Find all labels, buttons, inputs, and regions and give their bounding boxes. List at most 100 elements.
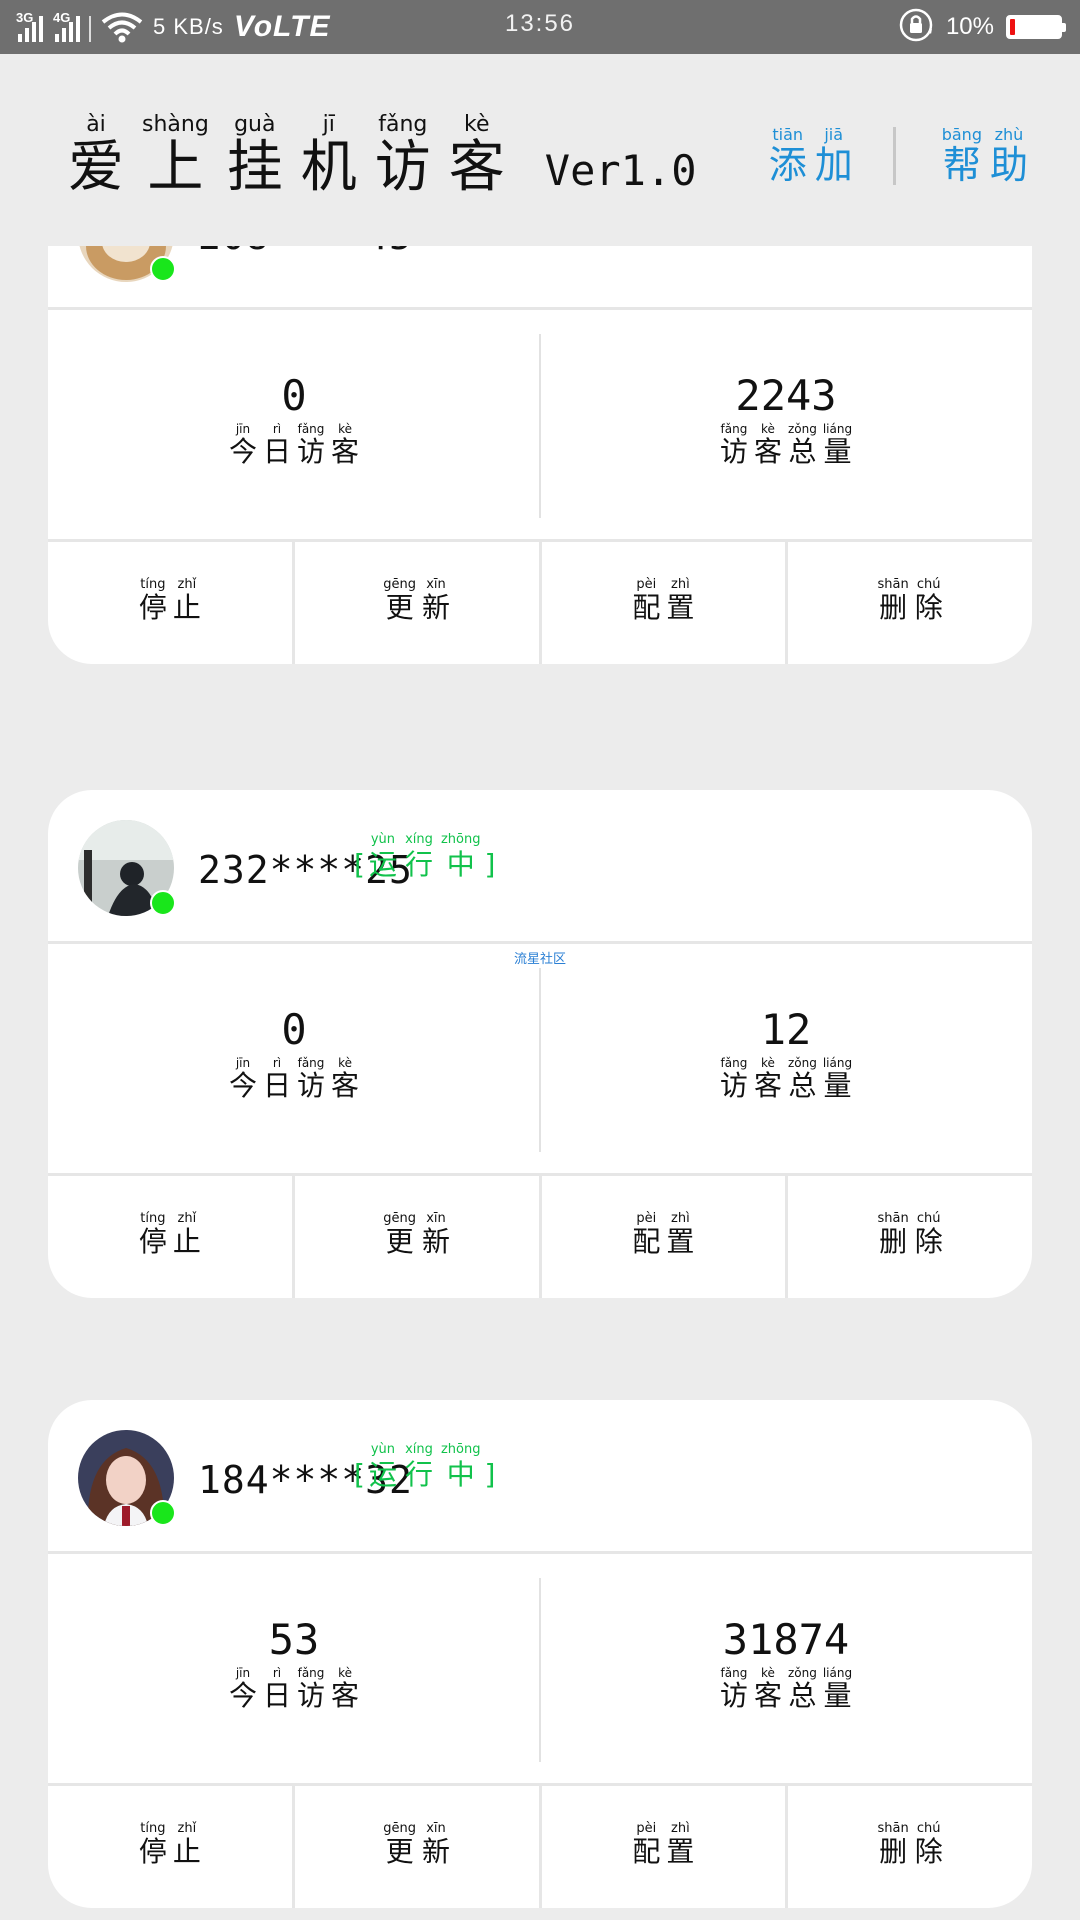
config-char: pèi 配 [632, 1821, 660, 1868]
delete-char: chú 除 [915, 1211, 943, 1258]
hanzi-character: 量 [823, 434, 852, 468]
total-visitors: 2243 fǎng 访 kè 客 zǒng 总 liáng 量 [540, 310, 1032, 539]
account-card: 232****25 [ yùn 运 xíng 行 zhōng 中 ] 流星社区 0 jīn… [48, 790, 1032, 1298]
hanzi-character: 配 [632, 1834, 661, 1868]
status-bracket-close: ] [484, 1458, 496, 1491]
pinyin-annotation: jīn [235, 421, 251, 436]
update-button[interactable]: gēng 更 xīn 新 [295, 1786, 542, 1908]
status-bracket-open: [ [354, 1458, 365, 1491]
hanzi-character: 中 [446, 848, 475, 881]
pinyin-annotation: gēng [383, 576, 416, 592]
title-char: kè 客 [449, 112, 505, 198]
account-header: 232****25 [ yùn 运 xíng 行 zhōng 中 ] [48, 790, 1032, 944]
hanzi-character: 新 [421, 590, 450, 624]
pinyin-annotation: zhǐ [177, 1820, 197, 1836]
total-visitors-count: 12 [760, 1004, 812, 1054]
stop-button[interactable]: tíng 停 zhǐ 止 [48, 1176, 295, 1298]
hanzi-character: 加 [814, 143, 853, 187]
hanzi-character: 客 [448, 135, 505, 200]
today-visitors: 0 jīn 今 rì 日 fǎng 访 kè 客 [48, 310, 540, 539]
app-title-text: ài 爱 shàng 上 guà 挂 jī 机 fǎng 访 kè 客 [68, 112, 523, 198]
add-button[interactable]: tiān 添 jiā 加 [769, 126, 853, 187]
status-char: zhōng中 [441, 1442, 481, 1492]
hanzi-character: 访 [297, 434, 326, 468]
delete-char: chú 除 [915, 577, 943, 624]
update-char: xīn 新 [422, 1211, 450, 1258]
config-button[interactable]: pèi 配 zhì 置 [542, 542, 789, 664]
stop-char: zhǐ 止 [173, 577, 201, 624]
pinyin-annotation: chú [916, 576, 941, 592]
visitor-stats: 0 jīn 今 rì 日 fǎng 访 kè 客 2243 fǎng 访 kè 客 zǒng 总 lián… [48, 310, 1032, 542]
stop-char: tíng 停 [139, 1211, 167, 1258]
hanzi-character: 助 [989, 143, 1028, 187]
app-title: ài 爱 shàng 上 guà 挂 jī 机 fǎng 访 kè 客 Ver1.0 [68, 112, 697, 198]
pinyin-annotation: fǎng [297, 1665, 325, 1680]
stop-button[interactable]: tíng 停 zhǐ 止 [48, 542, 295, 664]
battery-percent: 10% [945, 13, 994, 40]
hanzi-character: 帮 [942, 143, 981, 187]
hanzi-character: 上 [147, 135, 204, 200]
running-status-badge: [ yùn运xíng行zhōng中 ] [354, 832, 495, 882]
hanzi-character: 运 [369, 246, 397, 248]
hanzi-character: 新 [421, 1224, 450, 1258]
delete-button[interactable]: shān 删 chú 除 [788, 1176, 1032, 1298]
hanzi-character: 运 [368, 848, 397, 881]
pinyin-annotation: xíng [405, 1442, 433, 1457]
hanzi-character: 日 [262, 434, 291, 468]
title-char: fǎng 访 [375, 112, 431, 198]
visitor-stats: 53 jīn 今 rì 日 fǎng 访 kè 客 31874 fǎng 访 kè 客 zǒng 总 li… [48, 1554, 1032, 1786]
hanzi-character: 删 [879, 1834, 908, 1868]
delete-button[interactable]: shān 删 chú 除 [788, 542, 1032, 664]
online-status-dot [150, 890, 176, 916]
title-char: jī 机 [301, 112, 357, 198]
battery-level [1010, 19, 1015, 35]
total-label-char: zǒng 总 [788, 1056, 817, 1102]
stop-char: zhǐ 止 [173, 1211, 201, 1258]
total-label-char: kè 客 [754, 1056, 782, 1102]
status-bracket-close: ] [484, 848, 496, 881]
hanzi-character: 访 [297, 1678, 326, 1712]
delete-button[interactable]: shān 删 chú 除 [788, 1786, 1032, 1908]
pinyin-annotation: pèi [636, 1820, 657, 1836]
pinyin-annotation: liáng [822, 1665, 853, 1680]
status-bracket-open: [ [354, 848, 365, 881]
help-button[interactable]: bāng 帮 zhù 助 [942, 126, 1028, 187]
visitor-stats: 流星社区 0 jīn 今 rì 日 fǎng 访 kè 客 12 fǎng 访 kè 客 zǒng 总 l… [48, 944, 1032, 1176]
hanzi-character: 客 [753, 1678, 782, 1712]
hanzi-character: 停 [138, 1224, 167, 1258]
pinyin-annotation: fǎng [720, 1055, 748, 1070]
total-label-char: zǒng 总 [788, 1666, 817, 1712]
hanzi-character: 止 [172, 590, 201, 624]
config-button[interactable]: pèi 配 zhì 置 [542, 1786, 789, 1908]
hanzi-character: 除 [914, 1834, 943, 1868]
status-bracket-close: ] [484, 246, 495, 248]
stop-char: tíng 停 [139, 1821, 167, 1868]
pinyin-annotation: fǎng [720, 421, 748, 436]
status-char: xíng行 [405, 1442, 433, 1492]
pinyin-annotation: zhǐ [177, 576, 197, 592]
update-char: gēng 更 [383, 577, 416, 624]
pinyin-annotation: chú [916, 1820, 941, 1836]
stats-divider [539, 334, 541, 518]
stop-button[interactable]: tíng 停 zhǐ 止 [48, 1786, 295, 1908]
pinyin-annotation: zhōng [440, 1442, 481, 1457]
total-label-char: fǎng 访 [720, 1056, 748, 1102]
pinyin-annotation: shān [877, 576, 909, 592]
total-label-char: kè 客 [754, 422, 782, 468]
help-char: zhù 助 [989, 126, 1028, 187]
hanzi-character: 今 [228, 1678, 257, 1712]
status-char: zhōng中 [441, 246, 481, 248]
pinyin-annotation: zǒng [787, 1055, 817, 1070]
pinyin-annotation: tíng [140, 1820, 166, 1836]
account-card: 208****45 [ yùn运xíng行zhōng中 ] 0 jīn今rì日f… [48, 246, 1032, 664]
hanzi-character: 访 [719, 1068, 748, 1102]
update-button[interactable]: gēng 更 xīn 新 [295, 1176, 542, 1298]
hanzi-character: 停 [138, 590, 167, 624]
account-list[interactable]: 208****45 [ yùn运xíng行zhōng中 ] 0 jīn今rì日f… [0, 246, 1080, 1920]
hanzi-character: 删 [879, 590, 908, 624]
pinyin-annotation: kè [760, 1055, 775, 1070]
title-char: shàng 上 [142, 112, 209, 198]
account-header: 184****32 [ yùn 运 xíng 行 zhōng 中 ] [48, 1400, 1032, 1554]
config-button[interactable]: pèi 配 zhì 置 [542, 1176, 789, 1298]
update-button[interactable]: gēng 更 xīn 新 [295, 542, 542, 664]
